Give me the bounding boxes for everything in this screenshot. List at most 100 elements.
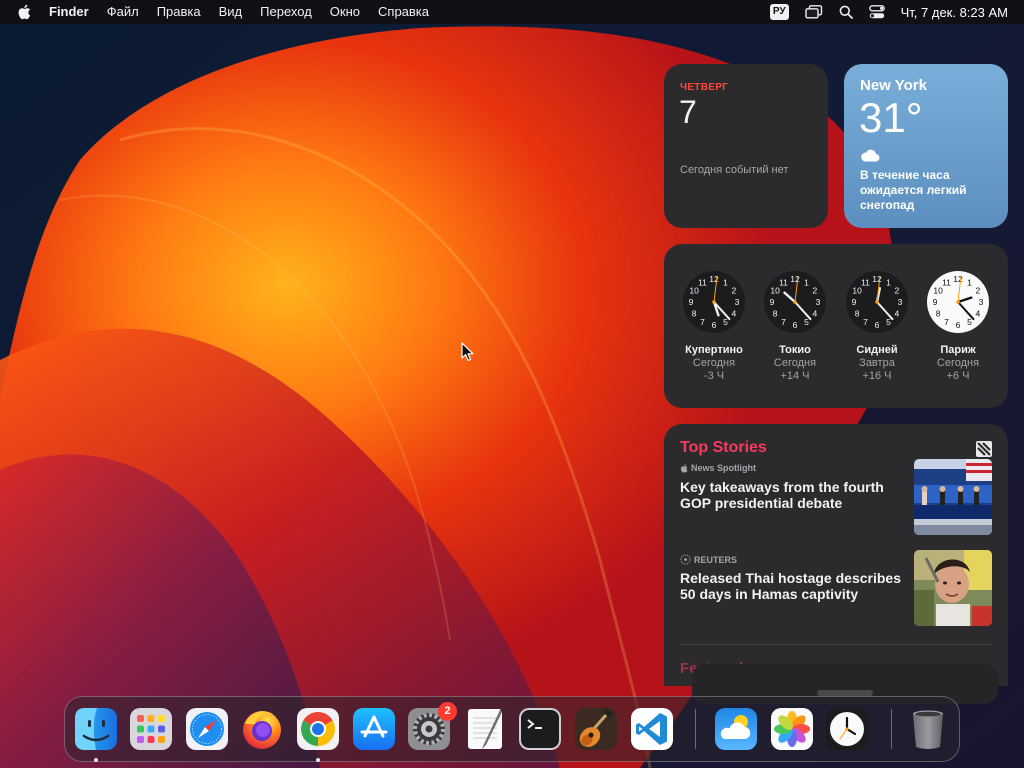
dock-item-photos[interactable] <box>769 706 815 752</box>
clock-offset: +14 Ч <box>780 370 810 382</box>
menu-clock[interactable]: Чт, 7 дек. 8:23 AM <box>893 5 1016 20</box>
clock-numeral: 3 <box>898 297 903 307</box>
dock-item-system-settings[interactable]: 2 <box>406 702 457 752</box>
menu-go[interactable]: Переход <box>251 0 321 24</box>
menu-help[interactable]: Справка <box>369 0 438 24</box>
clock-center-pin <box>956 300 960 304</box>
clock-numeral: 1 <box>723 277 728 287</box>
apple-logo-icon <box>680 463 688 473</box>
apple-news-icon <box>976 441 992 457</box>
dock-item-garageband[interactable] <box>573 706 619 752</box>
story-headline: Key takeaways from the fourth GOP presid… <box>680 479 884 511</box>
world-clock-item: 1 2 3 4 5 6 7 8 9 10 11 12 Париж Сегодня +6 Ч <box>918 270 998 382</box>
menu-view[interactable]: Вид <box>210 0 252 24</box>
clock-numeral: 7 <box>944 317 949 327</box>
clock-numeral: 3 <box>816 297 821 307</box>
dock-item-finder[interactable] <box>73 706 119 752</box>
calendar-widget[interactable]: ЧЕТВЕРГ 7 Сегодня событий нет <box>664 64 828 228</box>
weather-forecast: В течение часа ожидается легкий снегопад <box>860 168 967 212</box>
clock-numeral: 3 <box>735 297 740 307</box>
weather-temperature: 31° <box>859 94 923 141</box>
menu-bar: Finder Файл Правка Вид Переход Окно Спра… <box>0 0 1024 24</box>
clock-numeral: 2 <box>732 286 737 296</box>
clock-numeral: 9 <box>770 297 775 307</box>
cloud-icon <box>861 149 880 162</box>
vscode-icon <box>631 708 673 750</box>
clock-offset: +6 Ч <box>946 370 970 382</box>
app-store-icon <box>353 708 395 750</box>
clock-city: Купертино <box>685 344 743 356</box>
apple-menu[interactable] <box>0 0 40 24</box>
analog-clock-icon: 1234567891011 12 <box>683 271 745 333</box>
weather-city: New York <box>860 77 927 94</box>
dock-item-weather[interactable] <box>713 706 759 752</box>
clock-numeral: 8 <box>692 309 697 319</box>
menu-app-name[interactable]: Finder <box>40 0 98 24</box>
trash-icon <box>913 710 943 749</box>
clock-numeral: 9 <box>689 297 694 307</box>
menu-window[interactable]: Окно <box>321 0 369 24</box>
weather-widget[interactable]: New York 31° В течение часа ожидается ле… <box>844 64 1008 228</box>
clock-numeral: 2 <box>813 286 818 296</box>
news-story[interactable]: News Spotlight Key takeaways from the fo… <box>680 459 992 535</box>
clock-offset: -3 Ч <box>703 370 725 382</box>
dock-item-trash[interactable] <box>905 706 951 752</box>
news-widget[interactable]: Top Stories News Spotlight Key takeaways… <box>664 424 1008 686</box>
clock-offset: +16 Ч <box>862 370 892 382</box>
clock-numeral: 1 <box>967 277 972 287</box>
clock-numeral: 5 <box>723 317 728 327</box>
story-source-label: REUTERS <box>694 554 738 565</box>
control-center-button[interactable] <box>861 0 893 24</box>
dock-item-firefox[interactable] <box>239 706 285 752</box>
clock-numeral: 11 <box>861 277 870 287</box>
dock-item-vscode[interactable] <box>629 706 675 752</box>
clock-numeral: 1 <box>886 277 891 287</box>
clock-center-pin <box>712 300 716 304</box>
clock-numeral: 6 <box>793 320 798 330</box>
dock-item-app-store[interactable] <box>351 706 397 752</box>
analog-clock-icon: 1234567891011 12 <box>764 271 826 333</box>
clock-numeral: 3 <box>979 297 984 307</box>
dock-separator <box>695 709 696 749</box>
clock-numeral: 4 <box>813 309 818 319</box>
dock-item-terminal[interactable] <box>517 706 563 752</box>
input-source-menu[interactable]: РУ <box>762 0 797 24</box>
clock-day: Завтра <box>859 357 895 369</box>
clock-numeral: 6 <box>875 320 880 330</box>
clock-numeral: 2 <box>895 286 900 296</box>
world-clock-item: 1 2 3 4 5 6 7 8 9 10 11 12 Сидней Завтра +16 Ч <box>837 270 917 382</box>
dock-item-safari[interactable] <box>184 706 230 752</box>
analog-clock-icon: 1234567891011 12 <box>927 271 989 333</box>
calendar-day-name: ЧЕТВЕРГ <box>680 82 729 93</box>
textedit-icon <box>468 709 503 749</box>
world-clock-item: 1 2 3 4 5 6 7 8 9 10 11 12 Токио Сегодня +14 Ч <box>755 270 835 382</box>
menu-file[interactable]: Файл <box>98 0 148 24</box>
menu-extras: РУ Чт, 7 дек. 8:23 AM <box>762 0 1024 24</box>
dock-item-textedit[interactable] <box>462 706 508 752</box>
clock-numeral: 7 <box>863 317 868 327</box>
running-indicator <box>316 758 320 762</box>
dock-item-chrome[interactable] <box>295 706 341 752</box>
screen-mirroring-button[interactable] <box>797 0 831 24</box>
dock-item-clock[interactable] <box>824 706 870 752</box>
clock-city: Токио <box>779 344 811 356</box>
spotlight-button[interactable] <box>831 0 861 24</box>
running-indicator <box>94 758 98 762</box>
clock-numeral: 4 <box>732 309 737 319</box>
spotlight-search-icon <box>839 5 853 19</box>
clock-numeral: 8 <box>855 309 860 319</box>
clock-city: Париж <box>940 344 976 356</box>
clock-numeral: 6 <box>956 320 961 330</box>
story-thumbnail <box>914 550 992 626</box>
menu-edit[interactable]: Правка <box>148 0 210 24</box>
screen-mirroring-icon <box>804 5 822 19</box>
clock-numeral: 4 <box>976 309 981 319</box>
dock-item-launchpad[interactable] <box>128 706 174 752</box>
clock-day: Сегодня <box>936 357 980 369</box>
news-story[interactable]: REUTERS Released Thai hostage describes … <box>680 550 992 626</box>
chrome-icon <box>297 708 339 750</box>
clock-numeral: 8 <box>773 309 778 319</box>
clock-day: Сегодня <box>773 357 817 369</box>
clock-numeral: 7 <box>781 317 786 327</box>
world-clock-widget[interactable]: 1 2 3 4 5 6 7 8 9 10 11 12 Купертино Сегодня -3 Ч 1… <box>664 244 1008 408</box>
